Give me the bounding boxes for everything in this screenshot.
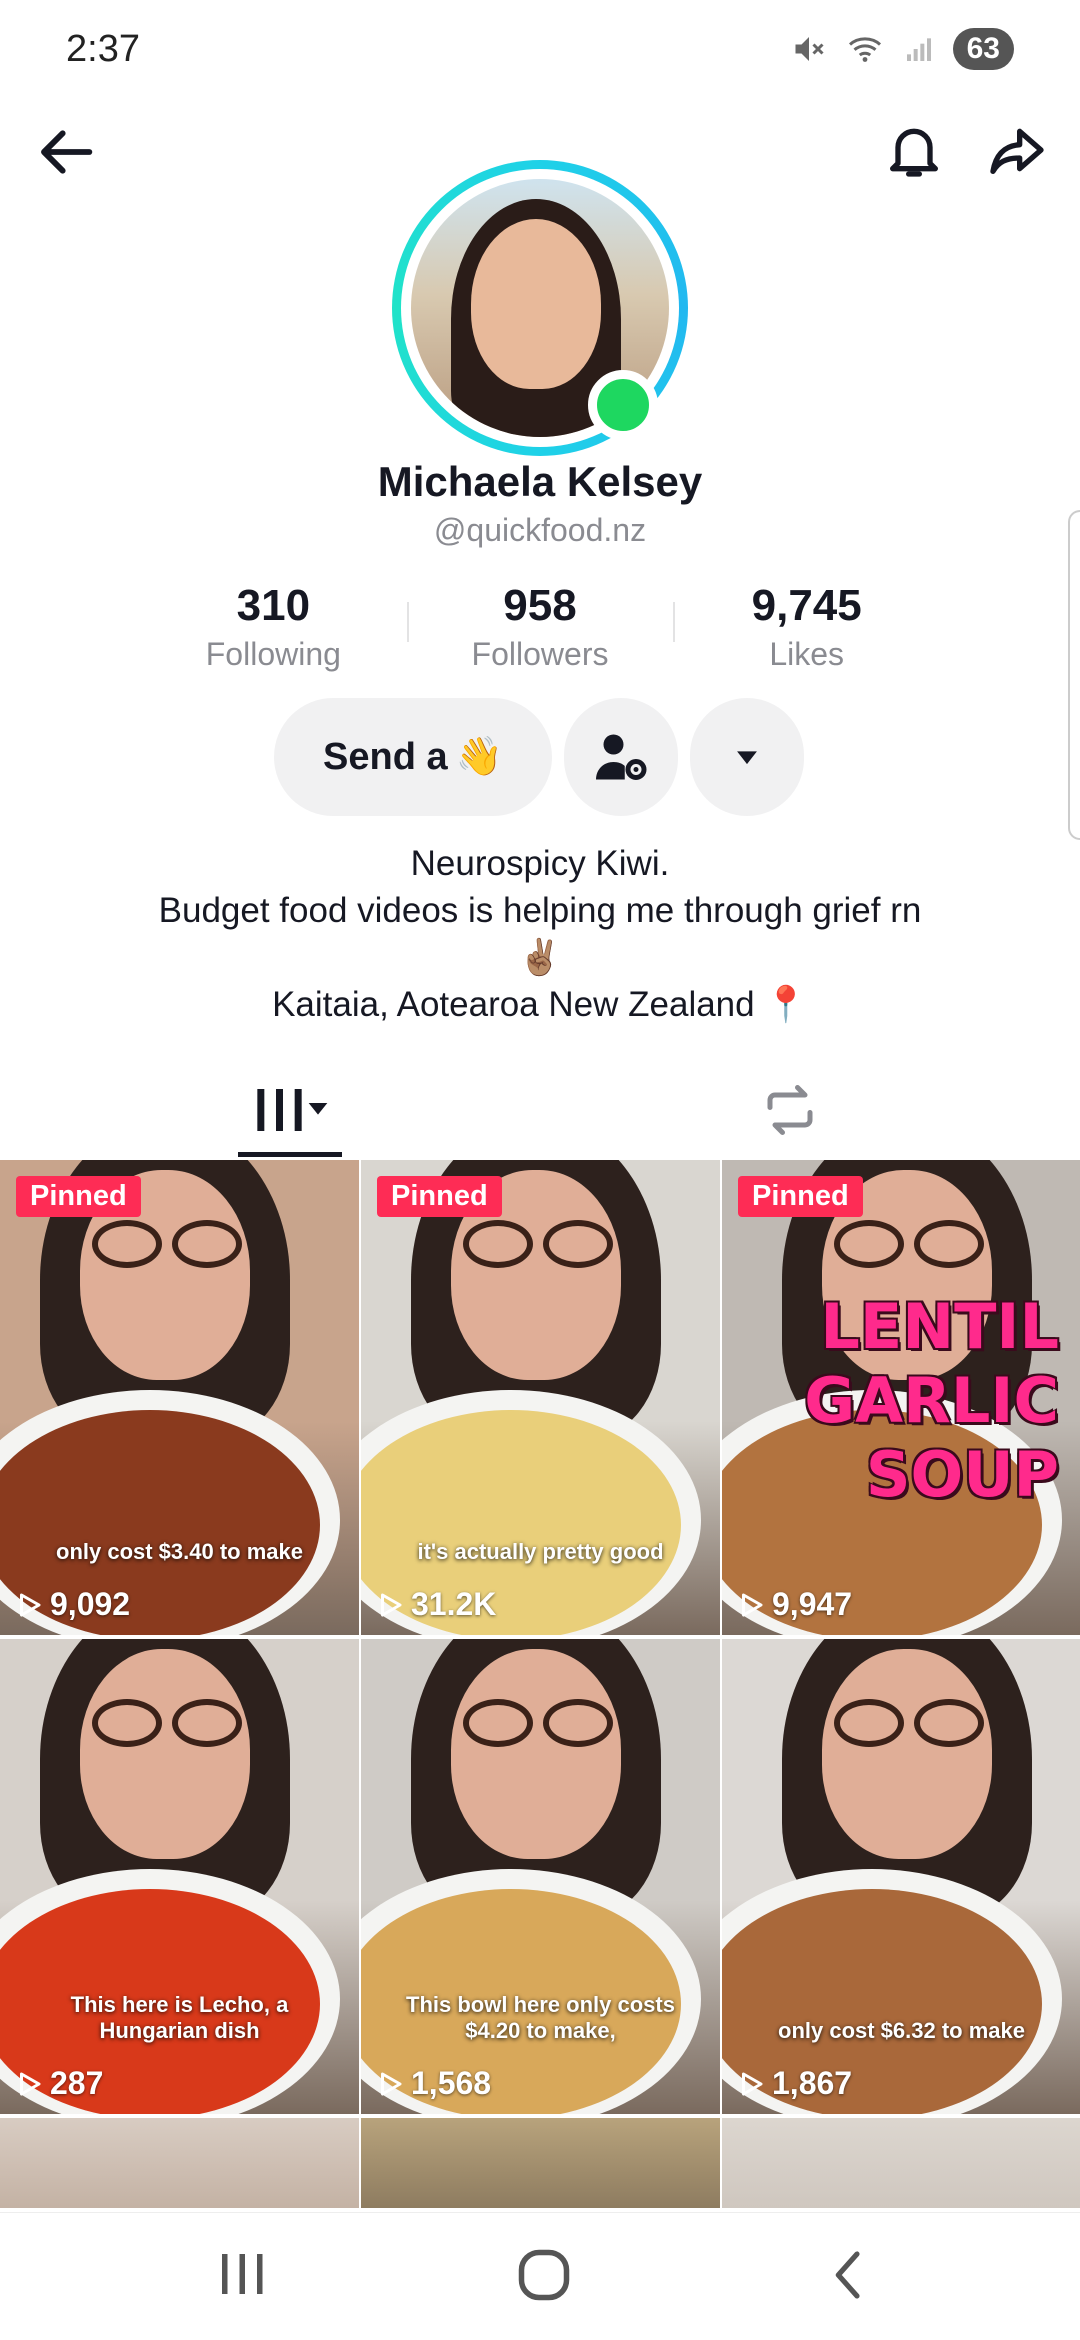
pinned-badge: Pinned	[16, 1176, 141, 1217]
share-icon[interactable]	[982, 118, 1052, 182]
view-count: 1,867	[736, 2065, 852, 2102]
view-count-text: 1,867	[772, 2065, 853, 2101]
recents-icon[interactable]	[212, 2249, 272, 2299]
stat-label: Likes	[769, 636, 845, 672]
bell-icon[interactable]	[882, 118, 946, 182]
bio: Neurospicy Kiwi. Budget food videos is h…	[60, 840, 1020, 1028]
send-wave-button[interactable]: Send a 👋	[274, 698, 552, 816]
video-thumbnail[interactable]: Pinned LENTIL GARLIC SOUP 9,947	[722, 1160, 1080, 1635]
bio-line: ✌🏽	[518, 938, 562, 977]
stat-value: 9,745	[751, 581, 862, 630]
send-wave-label: Send a	[323, 735, 448, 778]
video-caption: This bowl here only costs $4.20 to make,	[406, 1992, 675, 2043]
status-bar: 2:37 63	[0, 0, 1080, 100]
wave-emoji-icon: 👋	[455, 736, 503, 778]
video-grid-icon	[257, 1089, 328, 1131]
view-count-text: 287	[50, 2065, 104, 2101]
pinned-badge: Pinned	[738, 1176, 863, 1217]
video-thumbnail[interactable]: This bowl here only costs $4.20 to make,…	[361, 1639, 720, 2114]
content-tabs	[0, 1060, 1080, 1160]
wifi-icon	[848, 37, 881, 62]
stat-label: Following	[205, 636, 341, 672]
add-friend-settings-button[interactable]	[564, 698, 678, 816]
video-title-overlay: LENTIL GARLIC SOUP	[804, 1290, 1059, 1511]
view-count: 31.2K	[375, 1586, 496, 1623]
caret-down-icon	[737, 751, 757, 765]
battery-indicator: 63	[952, 28, 1014, 70]
home-icon[interactable]	[514, 2245, 574, 2305]
video-thumbnail[interactable]: only cost $6.32 to make 1,867	[722, 1639, 1080, 2114]
profile-actions: Send a 👋	[274, 698, 804, 816]
video-thumbnail[interactable]: Pinned only cost $3.40 to make 9,092	[0, 1160, 359, 1635]
video-grid: Pinned only cost $3.40 to make 9,092 Pinned…	[0, 1160, 1080, 2208]
system-back-icon[interactable]	[820, 2247, 880, 2303]
more-dropdown-button[interactable]	[690, 698, 804, 816]
system-nav-bar	[0, 2212, 1080, 2340]
video-thumbnail[interactable]	[0, 2118, 359, 2208]
view-count-text: 1,568	[411, 2065, 492, 2101]
view-count: 9,092	[14, 1586, 130, 1623]
play-icon	[381, 1593, 402, 1616]
stat-value: 310	[236, 581, 311, 630]
stat-followers[interactable]: 958 Followers	[406, 578, 674, 674]
mute-icon	[795, 37, 824, 61]
view-count-text: 9,947	[772, 1586, 853, 1622]
repost-icon	[767, 1085, 813, 1135]
view-count-text: 9,092	[50, 1586, 131, 1622]
tab-videos[interactable]	[238, 1070, 342, 1150]
display-name: Michaela Kelsey	[377, 458, 703, 505]
edge-panel-handle[interactable]	[1068, 510, 1080, 840]
view-count: 9,947	[736, 1586, 852, 1623]
profile-stats: 310 Following 958 Followers 9,745 Likes	[140, 578, 940, 674]
video-thumbnail[interactable]: Pinned it's actually pretty good 31.2K	[361, 1160, 720, 1635]
tab-reposts[interactable]	[750, 1070, 830, 1150]
video-caption: only cost $3.40 to make	[56, 1539, 303, 1564]
play-icon	[20, 2072, 41, 2095]
person-gear-icon	[596, 734, 647, 781]
username: @quickfood.nz	[433, 512, 647, 548]
view-count: 1,568	[375, 2065, 491, 2102]
video-caption: it's actually pretty good	[417, 1539, 664, 1564]
play-icon	[20, 1593, 41, 1616]
stat-following[interactable]: 310 Following	[140, 578, 407, 674]
play-icon	[742, 1593, 763, 1616]
pinned-badge: Pinned	[377, 1176, 502, 1217]
view-count: 287	[14, 2065, 103, 2102]
signal-icon	[906, 38, 931, 61]
play-icon	[381, 2072, 402, 2095]
online-status-dot	[588, 370, 658, 440]
bio-line: Neurospicy Kiwi.	[410, 844, 670, 883]
stat-value: 958	[503, 581, 577, 630]
video-thumbnail[interactable]: This here is Lecho, a Hungarian dish 287	[0, 1639, 359, 2114]
status-icons: 63	[791, 28, 1014, 70]
bio-line: Budget food videos is helping me through…	[158, 891, 922, 930]
video-caption: only cost $6.32 to make	[778, 2018, 1025, 2043]
bio-line: Kaitaia, Aotearoa New Zealand 📍	[272, 985, 808, 1024]
view-count-text: 31.2K	[411, 1586, 497, 1622]
back-arrow-icon[interactable]	[36, 120, 100, 184]
tab-active-indicator	[238, 1152, 342, 1157]
play-icon	[742, 2072, 763, 2095]
stat-label: Followers	[471, 636, 609, 672]
stat-likes[interactable]: 9,745 Likes	[673, 578, 940, 674]
video-thumbnail[interactable]	[722, 2118, 1080, 2208]
video-thumbnail[interactable]	[361, 2118, 720, 2208]
status-time: 2:37	[66, 28, 140, 70]
video-caption: This here is Lecho, a Hungarian dish	[70, 1992, 289, 2043]
